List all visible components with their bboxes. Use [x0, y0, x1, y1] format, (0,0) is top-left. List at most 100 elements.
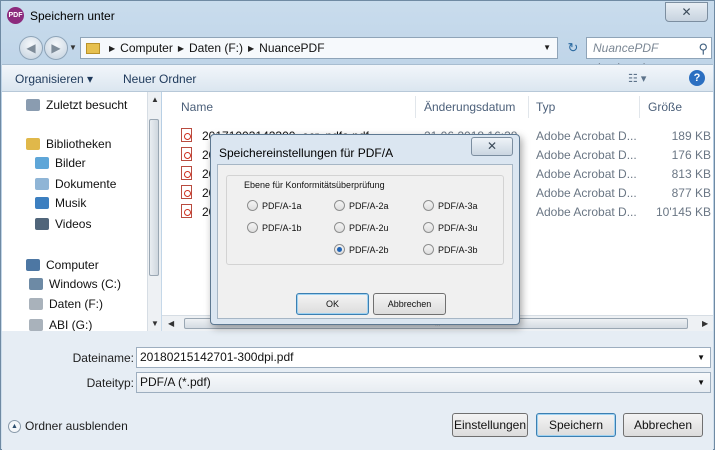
file-size: 176 KB [671, 148, 711, 162]
breadcrumb-daten[interactable]: Daten (F:) [189, 41, 243, 55]
dialog-body: Ebene für Konformitätsüberprüfung PDF/A-… [217, 164, 513, 319]
sidebar-item-label: Zuletzt besucht [46, 98, 128, 112]
radio-label: PDF/A-3u [438, 222, 478, 233]
save-as-window: PDF Speichern unter ✕ ◀ ▶ ▼ ▶ Computer ▶… [0, 0, 715, 450]
filename-dropdown-icon[interactable]: ▼ [697, 348, 705, 367]
file-size: 189 KB [671, 129, 711, 143]
address-dropdown-icon[interactable]: ▼ [543, 43, 551, 52]
sidebar-item-label: ABI (G:) [49, 318, 93, 332]
recent-pages-dropdown-icon[interactable]: ▼ [69, 43, 77, 52]
title-bar: PDF Speichern unter ✕ [1, 1, 714, 31]
breadcrumb-nuancepdf[interactable]: NuancePDF [259, 41, 324, 55]
pdf-file-icon [181, 185, 192, 199]
sidebar-item-windows-c[interactable]: Windows (C:) [29, 277, 121, 291]
organize-menu[interactable]: Organisieren ▾ [15, 72, 93, 86]
save-form: Dateiname: 20180215142701-300dpi.pdf ▼ D… [2, 331, 713, 450]
radio-label: PDF/A-2u [349, 222, 389, 233]
documents-icon [35, 178, 49, 190]
file-type: Adobe Acrobat D... [536, 129, 637, 143]
radio-pdfa-3b[interactable]: PDF/A-3b [423, 244, 478, 255]
filename-value: 20180215142701-300dpi.pdf [140, 350, 294, 364]
pdfa-settings-dialog: Speichereinstellungen für PDF/A ✕ Ebene … [210, 134, 520, 325]
filetype-dropdown-icon[interactable]: ▼ [697, 373, 705, 392]
recent-places-icon [26, 99, 40, 111]
scroll-down-icon[interactable]: ▼ [151, 319, 159, 328]
scroll-right-icon[interactable]: ▶ [702, 319, 708, 328]
settings-button[interactable]: Einstellungen [452, 413, 528, 437]
sidebar-item-libraries[interactable]: Bibliotheken [26, 137, 111, 151]
filetype-value: PDF/A (*.pdf) [140, 375, 211, 389]
breadcrumb-separator-icon[interactable]: ▶ [248, 44, 254, 53]
file-type: Adobe Acrobat D... [536, 186, 637, 200]
address-bar[interactable]: ▶ Computer ▶ Daten (F:) ▶ NuancePDF ▼ [80, 37, 558, 59]
scroll-left-icon[interactable]: ◀ [168, 319, 174, 328]
file-type: Adobe Acrobat D... [536, 167, 637, 181]
save-button[interactable]: Speichern [536, 413, 616, 437]
radio-pdfa-3a[interactable]: PDF/A-3a [423, 200, 478, 211]
sidebar-scroll-thumb[interactable] [149, 119, 159, 276]
new-folder-button[interactable]: Neuer Ordner [123, 72, 196, 86]
radio-pdfa-2u[interactable]: PDF/A-2u [334, 222, 389, 233]
pdf-file-icon [181, 147, 192, 161]
radio-icon [334, 200, 345, 211]
radio-pdfa-2a[interactable]: PDF/A-2a [334, 200, 389, 211]
libraries-icon [26, 138, 40, 150]
file-type: Adobe Acrobat D... [536, 205, 637, 219]
cancel-button[interactable]: Abbrechen [623, 413, 703, 437]
scroll-up-icon[interactable]: ▲ [151, 95, 159, 104]
music-icon [35, 197, 49, 209]
help-icon[interactable]: ? [689, 70, 705, 86]
sidebar-item-pictures[interactable]: Bilder [35, 156, 86, 170]
file-size: 877 KB [671, 186, 711, 200]
column-header-date[interactable]: Änderungsdatum [424, 100, 515, 114]
window-close-button[interactable]: ✕ [665, 2, 708, 22]
column-header-size[interactable]: Größe [648, 100, 682, 114]
conformance-level-group: Ebene für Konformitätsüberprüfung PDF/A-… [226, 175, 504, 265]
sidebar-item-label: Daten (F:) [49, 297, 104, 311]
filetype-select[interactable]: PDF/A (*.pdf) ▼ [136, 372, 711, 393]
filename-label: Dateiname: [72, 351, 134, 365]
column-divider[interactable] [415, 96, 416, 118]
search-icon[interactable]: ⚲ [698, 39, 708, 59]
refresh-icon[interactable]: ↻ [562, 37, 584, 59]
radio-label: PDF/A-1b [262, 222, 302, 233]
filename-input[interactable]: 20180215142701-300dpi.pdf ▼ [136, 347, 711, 368]
sidebar-item-abi-g[interactable]: ABI (G:) [29, 318, 92, 332]
column-header-name[interactable]: Name [181, 100, 213, 114]
view-options-icon[interactable]: ☷ ▾ [628, 72, 646, 85]
pdf-file-icon [181, 166, 192, 180]
column-header-type[interactable]: Typ [536, 100, 555, 114]
radio-pdfa-1b[interactable]: PDF/A-1b [247, 222, 302, 233]
sidebar-item-label: Musik [55, 196, 87, 210]
sidebar-item-documents[interactable]: Dokumente [35, 177, 116, 191]
sidebar-item-label: Bibliotheken [46, 137, 112, 151]
folder-icon [86, 42, 100, 54]
sidebar-item-videos[interactable]: Videos [35, 217, 91, 231]
sidebar-item-daten-f[interactable]: Daten (F:) [29, 297, 103, 311]
pdf-file-icon [181, 204, 192, 218]
sidebar-item-recent[interactable]: Zuletzt besucht [26, 98, 127, 112]
search-input[interactable]: NuancePDF durchsuchen ⚲ [586, 37, 712, 75]
column-divider[interactable] [528, 96, 529, 118]
dialog-close-button[interactable]: ✕ [471, 137, 513, 156]
radio-pdfa-3u[interactable]: PDF/A-3u [423, 222, 478, 233]
breadcrumb-computer[interactable]: Computer [120, 41, 173, 55]
back-button[interactable]: ◀ [19, 36, 43, 60]
radio-pdfa-1a[interactable]: PDF/A-1a [247, 200, 302, 211]
sidebar-item-label: Windows (C:) [49, 277, 122, 291]
dialog-ok-button[interactable]: OK [296, 293, 369, 315]
sidebar-item-label: Computer [46, 258, 99, 272]
radio-icon [247, 222, 258, 233]
radio-pdfa-2b[interactable]: PDF/A-2b [334, 244, 389, 255]
dialog-cancel-button[interactable]: Abbrechen [373, 293, 446, 315]
navigation-pane: Zuletzt besucht Bibliotheken Bilder Doku… [2, 92, 161, 332]
hide-folders-toggle[interactable]: ▲ Ordner ausblenden [8, 419, 128, 433]
file-size: 10'145 KB [655, 205, 711, 219]
column-divider[interactable] [639, 96, 640, 118]
sidebar-item-computer[interactable]: Computer [26, 258, 99, 272]
forward-button[interactable]: ▶ [44, 36, 68, 60]
breadcrumb-separator-icon[interactable]: ▶ [109, 44, 115, 53]
sidebar-item-music[interactable]: Musik [35, 196, 86, 210]
radio-icon [334, 222, 345, 233]
breadcrumb-separator-icon[interactable]: ▶ [178, 44, 184, 53]
